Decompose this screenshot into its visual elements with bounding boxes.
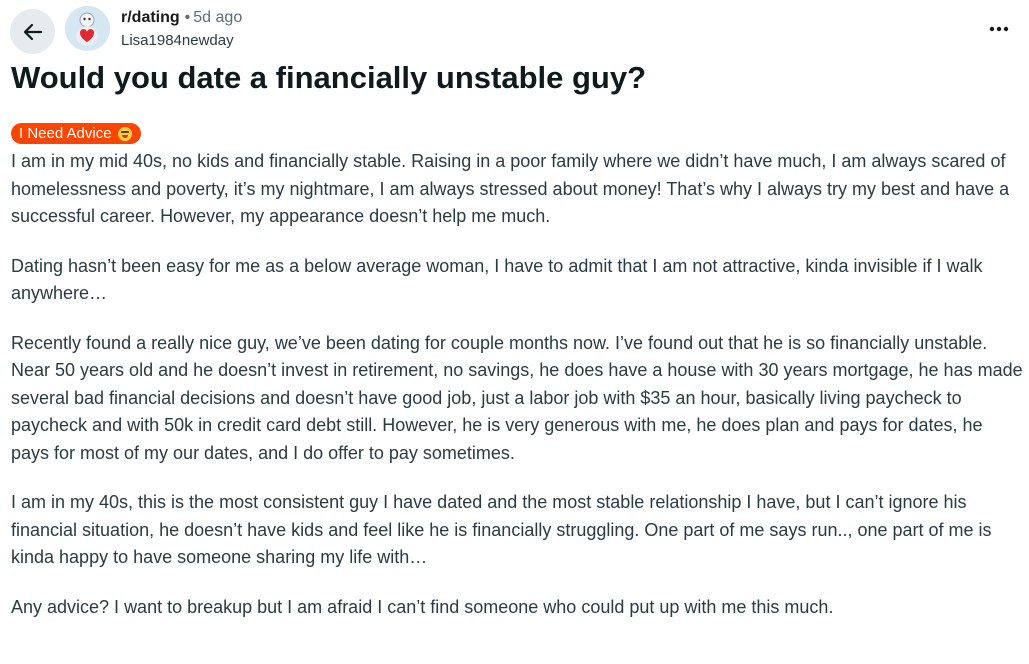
meta-separator: • xyxy=(184,9,191,26)
body-paragraph: I am in my mid 40s, no kids and financia… xyxy=(11,151,1010,226)
author-link[interactable]: Lisa1984newday xyxy=(121,31,242,50)
body-paragraph: Any advice? I want to breakup but I am a… xyxy=(11,596,834,617)
flair-label: I Need Advice xyxy=(19,125,112,142)
more-horizontal-icon xyxy=(989,26,1009,32)
post-title: Would you date a financially unstable gu… xyxy=(11,60,647,95)
tired-face-emoji-icon xyxy=(117,126,132,141)
post-meta: r/dating • 5d ago Lisa1984newday xyxy=(121,9,242,50)
back-button[interactable] xyxy=(10,9,55,54)
post-time: 5d ago xyxy=(193,9,243,26)
body-paragraph: Recently found a really nice guy, we’ve … xyxy=(11,332,1023,463)
arrow-left-icon xyxy=(23,23,42,40)
body-paragraph: Dating hasn’t been easy for me as a belo… xyxy=(11,255,983,304)
body-paragraph: I am in my 40s, this is the most consist… xyxy=(11,492,992,567)
post-header: r/dating • 5d ago Lisa1984newday xyxy=(10,6,1019,54)
more-options-button[interactable] xyxy=(985,15,1013,43)
post-body: I am in my mid 40s, no kids and financia… xyxy=(11,148,1023,643)
subreddit-avatar[interactable] xyxy=(65,6,110,51)
post-flair[interactable]: I Need Advice xyxy=(11,123,141,144)
subreddit-link[interactable]: r/dating xyxy=(121,9,180,26)
heart-avatar-icon xyxy=(65,6,110,51)
